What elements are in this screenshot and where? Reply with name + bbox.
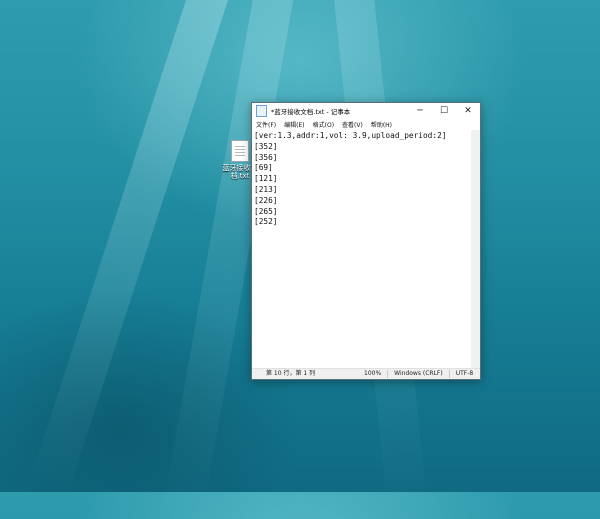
text-line: [121] — [254, 174, 278, 184]
text-line: [352] — [254, 141, 278, 151]
text-line: [69] — [254, 163, 273, 173]
window-title: *蓝牙接收文档.txt - 记事本 — [271, 108, 351, 116]
text-line: [ver:1.3,addr:1,vol: 3.9,upload_period:2… — [254, 131, 447, 140]
menu-file[interactable]: 文件(F) — [256, 120, 276, 129]
title-bar[interactable]: *蓝牙接收文档.txt - 记事本 ─ ☐ ✕ — [252, 103, 480, 119]
text-line: [265] — [254, 206, 278, 216]
text-line: [356] — [254, 152, 278, 162]
menu-edit[interactable]: 编辑(E) — [284, 120, 304, 129]
text-line: [226] — [254, 195, 278, 205]
vertical-scrollbar[interactable] — [471, 130, 480, 369]
menu-bar: 文件(F) 编辑(E) 格式(O) 查看(V) 帮助(H) — [252, 119, 480, 129]
notepad-window[interactable]: *蓝牙接收文档.txt - 记事本 ─ ☐ ✕ 文件(F) 编辑(E) 格式(O… — [251, 102, 481, 380]
zoom-level: 100% — [364, 370, 382, 377]
text-line: [252] — [254, 217, 278, 227]
text-editor[interactable]: [ver:1.3,addr:1,vol: 3.9,upload_period:2… — [252, 130, 471, 369]
minimize-button[interactable]: ─ — [408, 103, 432, 119]
text-line: [213] — [254, 184, 278, 194]
status-bar: 第 10 行，第 1 列 100% Windows (CRLF) UTF-8 — [252, 368, 480, 379]
menu-view[interactable]: 查看(V) — [342, 120, 363, 129]
menu-help[interactable]: 帮助(H) — [371, 120, 392, 129]
close-button[interactable]: ✕ — [456, 103, 480, 119]
maximize-button[interactable]: ☐ — [432, 103, 456, 119]
encoding: UTF-8 — [448, 370, 480, 378]
notepad-icon — [256, 105, 267, 117]
cursor-position: 第 10 行，第 1 列 — [266, 370, 316, 377]
text-file-icon — [231, 140, 249, 162]
menu-format[interactable]: 格式(O) — [313, 120, 334, 129]
line-ending: Windows (CRLF) — [387, 370, 449, 378]
